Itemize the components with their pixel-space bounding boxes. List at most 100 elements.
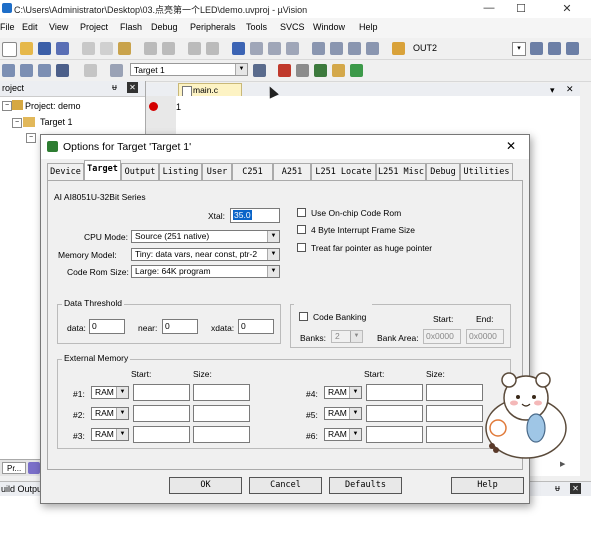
menu-project[interactable]: Project <box>80 22 108 32</box>
ext-mem-6-start-input[interactable] <box>366 426 423 443</box>
ext-mem-5-start-input[interactable] <box>366 405 423 422</box>
rebuild-icon[interactable] <box>38 64 51 77</box>
tree-item-project[interactable]: Project: demo <box>25 101 81 111</box>
debug-session-icon[interactable] <box>548 42 561 55</box>
translate-icon[interactable] <box>2 64 15 77</box>
tab-main-c[interactable]: main.c <box>178 83 242 97</box>
tab-books-icon[interactable] <box>28 462 40 474</box>
ext-mem-2-type-select[interactable]: RAM ▼ <box>91 407 129 420</box>
panel-close-icon[interactable]: ✕ <box>127 82 138 93</box>
nav-back-icon[interactable] <box>188 42 201 55</box>
target-options-icon[interactable] <box>253 64 266 77</box>
ext-mem-1-type-select[interactable]: RAM ▼ <box>91 386 129 399</box>
cut-icon[interactable] <box>82 42 95 55</box>
menu-flash[interactable]: Flash <box>120 22 142 32</box>
tab-output[interactable]: Output <box>121 163 159 180</box>
ext-mem-5-size-input[interactable] <box>426 405 483 422</box>
data-threshold-input[interactable]: 0 <box>89 319 125 334</box>
banks-select[interactable]: 2 ▼ <box>331 330 363 343</box>
tab-c251[interactable]: C251 <box>232 163 273 180</box>
ext-mem-4-size-input[interactable] <box>426 384 483 401</box>
build-icon[interactable] <box>20 64 33 77</box>
tree-collapse-icon[interactable]: − <box>2 101 12 111</box>
unindent-icon[interactable] <box>330 42 343 55</box>
manage-components-icon[interactable] <box>296 64 309 77</box>
download-icon[interactable] <box>56 64 69 77</box>
scroll-right-icon[interactable]: ▶ <box>560 460 570 470</box>
tab-target[interactable]: Target <box>84 160 121 180</box>
indent-icon[interactable] <box>312 42 325 55</box>
copy-icon[interactable] <box>100 42 113 55</box>
ext-mem-3-size-input[interactable] <box>193 426 250 443</box>
prev-bookmark-icon[interactable] <box>250 42 263 55</box>
tab-project[interactable]: Pr... <box>2 462 26 474</box>
menu-peripherals[interactable]: Peripherals <box>190 22 236 32</box>
interrupt-frame-checkbox[interactable] <box>297 225 306 234</box>
ext-mem-5-type-select[interactable]: RAM ▼ <box>324 407 362 420</box>
find-combo-dropdown-icon[interactable]: ▾ <box>512 42 526 56</box>
tab-user[interactable]: User <box>202 163 232 180</box>
ext-mem-6-size-input[interactable] <box>426 426 483 443</box>
save-all-icon[interactable] <box>56 42 69 55</box>
xdata-threshold-input[interactable]: 0 <box>238 319 274 334</box>
file-extensions-icon[interactable] <box>278 64 291 77</box>
ext-mem-4-type-select[interactable]: RAM ▼ <box>324 386 362 399</box>
paste-icon[interactable] <box>118 42 131 55</box>
tab-utilities[interactable]: Utilities <box>460 163 513 180</box>
tree-collapse-icon[interactable]: − <box>12 118 22 128</box>
pack-installer-icon[interactable] <box>332 64 345 77</box>
defaults-button[interactable]: Defaults <box>329 477 402 494</box>
menu-file[interactable]: File <box>0 22 15 32</box>
menu-edit[interactable]: Edit <box>22 22 38 32</box>
close-button[interactable]: ✕ <box>556 2 578 16</box>
pin-icon[interactable]: ᵾ <box>112 82 117 92</box>
stop-build-icon[interactable] <box>84 64 97 77</box>
tab-device[interactable]: Device <box>47 163 84 180</box>
tab-listing[interactable]: Listing <box>159 163 202 180</box>
tab-list-dropdown-icon[interactable]: ▾ <box>550 85 555 96</box>
menu-window[interactable]: Window <box>313 22 345 32</box>
uncomment-icon[interactable] <box>366 42 379 55</box>
ok-button[interactable]: OK <box>169 477 242 494</box>
menu-help[interactable]: Help <box>359 22 378 32</box>
menu-svcs[interactable]: SVCS <box>280 22 305 32</box>
comment-icon[interactable] <box>348 42 361 55</box>
undo-icon[interactable] <box>144 42 157 55</box>
tree-collapse-icon[interactable]: − <box>26 133 36 143</box>
near-threshold-input[interactable]: 0 <box>162 319 198 334</box>
ext-mem-4-start-input[interactable] <box>366 384 423 401</box>
ext-mem-1-size-input[interactable] <box>193 384 250 401</box>
rte-icon[interactable] <box>350 64 363 77</box>
find-in-files-icon[interactable] <box>392 42 405 55</box>
new-file-icon[interactable] <box>2 42 17 57</box>
ext-mem-3-type-select[interactable]: RAM ▼ <box>91 428 129 441</box>
nav-forward-icon[interactable] <box>206 42 219 55</box>
tab-l251-locate[interactable]: L251 Locate <box>311 163 376 180</box>
bank-area-end-input[interactable]: 0x0000 <box>466 329 504 344</box>
cancel-button[interactable]: Cancel <box>249 477 322 494</box>
clear-bookmarks-icon[interactable] <box>286 42 299 55</box>
far-pointer-checkbox[interactable] <box>297 243 306 252</box>
tree-item-target[interactable]: Target 1 <box>40 117 73 127</box>
dialog-close-button[interactable]: ✕ <box>506 139 516 153</box>
minimize-button[interactable]: — <box>478 2 500 16</box>
bookmark-icon[interactable] <box>232 42 245 55</box>
find-combo-text[interactable]: OUT2 <box>413 43 437 53</box>
ext-mem-3-start-input[interactable] <box>133 426 190 443</box>
code-banking-checkbox[interactable] <box>299 312 308 321</box>
redo-icon[interactable] <box>162 42 175 55</box>
memory-model-select[interactable]: Tiny: data vars, near const, ptr-2 ▼ <box>131 248 280 261</box>
menu-tools[interactable]: Tools <box>246 22 267 32</box>
use-onchip-rom-checkbox[interactable] <box>297 208 306 217</box>
help-button[interactable]: Help <box>451 477 524 494</box>
tab-debug[interactable]: Debug <box>426 163 460 180</box>
xtal-input[interactable]: 35.0 <box>230 208 280 223</box>
save-icon[interactable] <box>38 42 51 55</box>
tab-l251-misc[interactable]: L251 Misc <box>376 163 426 180</box>
next-bookmark-icon[interactable] <box>268 42 281 55</box>
ext-mem-6-type-select[interactable]: RAM ▼ <box>324 428 362 441</box>
bank-area-start-input[interactable]: 0x0000 <box>423 329 461 344</box>
open-folder-icon[interactable] <box>20 42 33 55</box>
menu-debug[interactable]: Debug <box>151 22 178 32</box>
ext-mem-2-size-input[interactable] <box>193 405 250 422</box>
